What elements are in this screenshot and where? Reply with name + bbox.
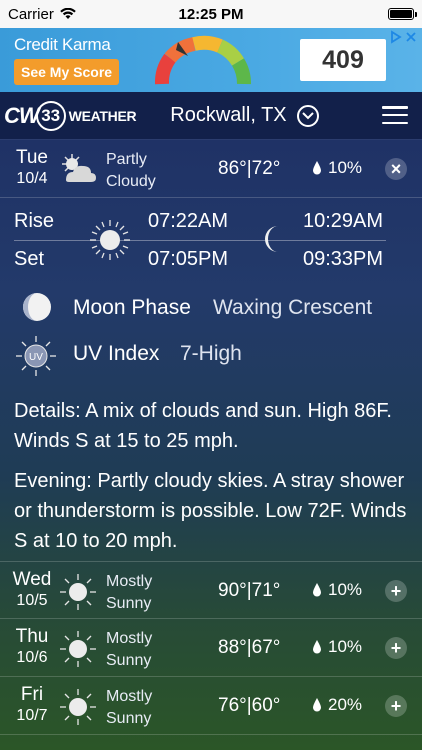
status-time: 12:25 PM	[178, 5, 244, 23]
moon-icon	[265, 226, 278, 252]
set-label: Set	[14, 248, 45, 270]
sunny-icon	[60, 689, 96, 725]
raindrop-icon	[313, 161, 321, 175]
day-condition: Mostly Sunny	[106, 630, 153, 669]
carrier-label: Carrier	[8, 5, 54, 23]
ad-see-score-button[interactable]: See My Score	[14, 59, 120, 85]
sunny-icon	[60, 574, 96, 610]
forecast-row[interactable]: Thu 10/6 Mostly Sunny 88°|67° 10% +	[0, 619, 422, 677]
expand-button[interactable]: +	[385, 637, 407, 659]
forecast-row[interactable]: Wed 10/5 Mostly Sunny 90°|71° 10% +	[0, 561, 422, 619]
wifi-icon	[60, 8, 76, 19]
credit-gauge-icon	[154, 35, 251, 85]
raindrop-icon	[313, 640, 321, 654]
day-precip: 10%	[312, 637, 362, 657]
rise-label: Rise	[14, 210, 55, 232]
uv-index-label: UV Index	[73, 342, 160, 365]
menu-icon[interactable]	[382, 106, 408, 124]
app-header: CW 33 WEATHER Rockwall, TX	[0, 92, 422, 140]
sunrise-time: 07:22AM	[148, 210, 229, 232]
day-precip: 20%	[312, 695, 362, 715]
day-date: 10/6	[16, 649, 48, 666]
logo-number: 33	[35, 100, 66, 131]
day-date: 10/7	[16, 707, 48, 724]
location-selector[interactable]: Rockwall, TX	[170, 104, 319, 127]
forecast-row-today[interactable]: Tue 10/4 Partly Cloudy 86°|72° 10% ×	[0, 140, 422, 198]
moon-phase-value: Waxing Crescent	[213, 296, 373, 319]
collapse-button[interactable]: ×	[385, 158, 407, 180]
ad-choices-icon[interactable]	[386, 28, 420, 46]
ad-score-box: 409	[300, 39, 386, 81]
day-condition: Mostly Sunny	[106, 688, 153, 727]
ad-banner[interactable]: Credit Karma See My Score 409	[0, 28, 422, 92]
moon-phase-label: Moon Phase	[73, 296, 191, 319]
day-precip: 10%	[312, 580, 362, 600]
chevron-down-icon[interactable]	[296, 104, 319, 127]
expand-button[interactable]: +	[385, 580, 407, 602]
uv-index-icon: UV	[16, 336, 56, 376]
battery-icon	[388, 8, 417, 20]
forecast-row[interactable]: Fri 10/7 Mostly Sunny 76°|60° 20% +	[0, 677, 422, 735]
day-temps: 76°|60°	[218, 695, 281, 716]
day-name: Thu	[15, 626, 49, 647]
location-name: Rockwall, TX	[170, 104, 287, 126]
day-condition: Mostly Sunny	[106, 573, 153, 612]
day-date: 10/4	[16, 170, 48, 187]
logo-weather: WEATHER	[68, 107, 137, 124]
raindrop-icon	[313, 698, 321, 712]
moon-phase-icon	[23, 293, 51, 321]
evening-text: Evening: Partly cloudy skies. A stray sh…	[14, 470, 407, 552]
sunny-icon	[60, 631, 96, 667]
day-name: Fri	[20, 684, 44, 705]
expand-button[interactable]: +	[385, 695, 407, 717]
day-condition: Partly Cloudy	[106, 151, 156, 190]
moonset-time: 09:33PM	[303, 248, 384, 270]
status-bar: Carrier 12:25 PM	[0, 0, 422, 28]
day-name: Tue	[15, 147, 49, 168]
moonrise-time: 10:29AM	[303, 210, 384, 232]
forecast-panel: Tue 10/4 Partly Cloudy 86°|72° 10% × Ris…	[0, 140, 422, 750]
day-temps: 88°|67°	[218, 637, 281, 658]
day-name: Wed	[12, 569, 52, 590]
uv-index-value: 7-High	[180, 342, 242, 365]
svg-text:UV: UV	[29, 352, 43, 363]
ad-brand: Credit Karma	[14, 35, 111, 54]
day-temps: 90°|71°	[218, 580, 281, 601]
day-date: 10/5	[16, 592, 48, 609]
raindrop-icon	[313, 583, 321, 597]
sun-icon	[90, 220, 130, 260]
cw33-weather-logo: CW 33 WEATHER	[4, 100, 137, 131]
day-temps: 86°|72°	[218, 158, 281, 179]
logo-cw: CW	[4, 102, 40, 128]
partly-cloudy-icon	[62, 154, 96, 182]
sunset-time: 07:05PM	[148, 248, 229, 270]
details-text: Details: A mix of clouds and sun. High 8…	[14, 400, 392, 452]
day-precip: 10%	[312, 158, 362, 178]
horizon-line	[14, 240, 386, 241]
